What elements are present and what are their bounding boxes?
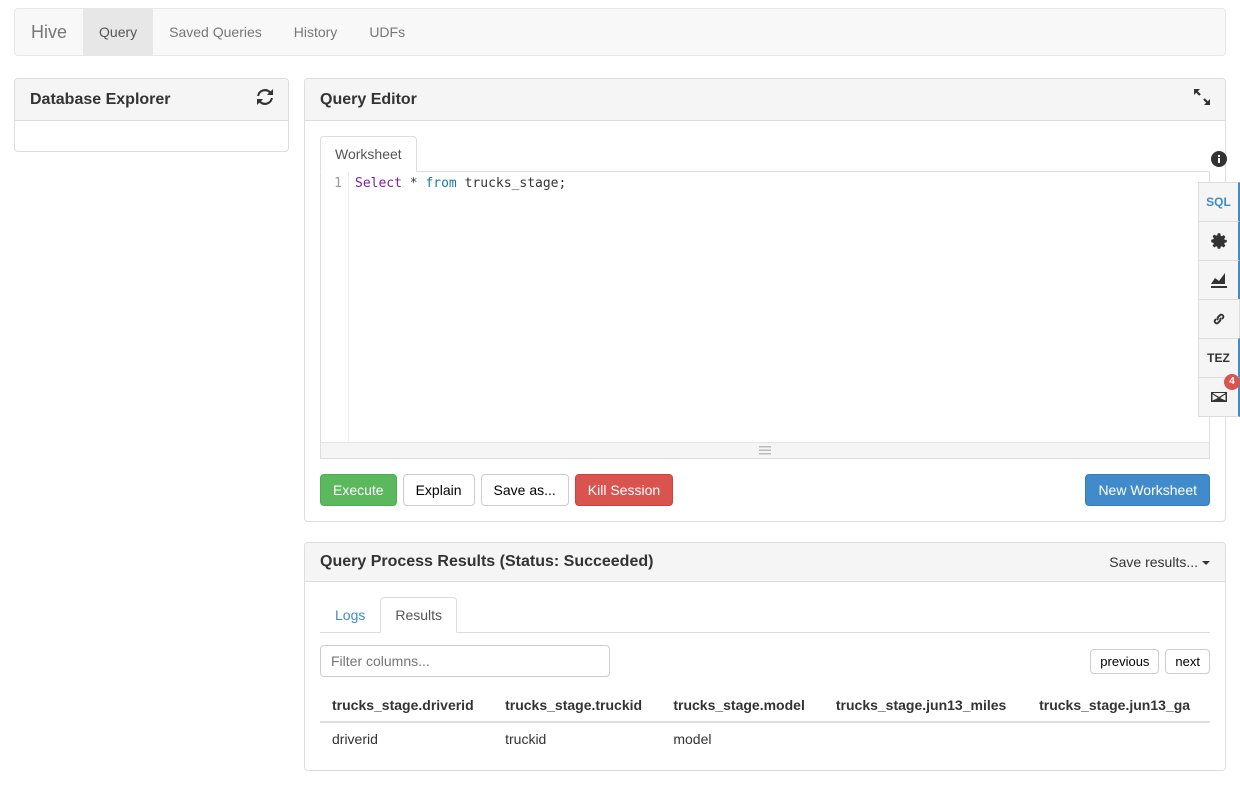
save-as-button[interactable]: Save as... [481,474,569,506]
col-header: trucks_stage.model [661,689,824,722]
link-tab[interactable] [1198,299,1240,339]
previous-button[interactable]: previous [1090,649,1159,674]
info-icon[interactable] [1198,139,1240,179]
col-header: trucks_stage.jun13_miles [824,689,1027,722]
top-nav: Hive Query Saved Queries History UDFs [14,8,1226,56]
results-table: trucks_stage.driverid trucks_stage.truck… [320,689,1210,755]
database-explorer-body [15,121,288,151]
gutter: 1 [321,172,349,442]
database-explorer-panel: Database Explorer [14,78,289,152]
explain-button[interactable]: Explain [403,474,475,506]
code-editor: 1 Select * from trucks_stage; [320,171,1210,459]
nav-item-query[interactable]: Query [83,9,153,55]
kill-session-button[interactable]: Kill Session [575,474,673,506]
notification-badge: 4 [1224,374,1240,390]
visual-tab[interactable] [1198,260,1240,300]
sql-tab[interactable]: SQL [1198,182,1240,222]
envelope-icon [1211,389,1227,405]
chart-icon [1211,272,1227,288]
tab-logs[interactable]: Logs [320,597,380,633]
col-header: trucks_stage.driverid [320,689,493,722]
execute-button[interactable]: Execute [320,474,397,506]
brand: Hive [15,22,83,43]
col-header: trucks_stage.truckid [493,689,661,722]
code-content: Select * from trucks_stage; [349,172,1209,442]
notifications-tab[interactable]: 4 [1198,377,1240,417]
results-panel: Query Process Results (Status: Succeeded… [304,542,1226,771]
filter-columns-input[interactable] [320,645,610,677]
save-results-dropdown[interactable]: Save results... [1109,554,1210,570]
tab-worksheet[interactable]: Worksheet [320,136,417,172]
nav-item-saved-queries[interactable]: Saved Queries [153,9,278,55]
query-editor-title: Query Editor [320,91,417,109]
right-sidebar: SQL TEZ 4 [1198,140,1240,417]
refresh-icon[interactable] [257,89,273,110]
col-header: trucks_stage.jun13_ga [1027,689,1210,722]
query-editor-panel: Query Editor Worksheet 1 Select * from t… [304,78,1226,522]
database-explorer-title: Database Explorer [30,91,171,109]
resize-handle[interactable] [321,442,1209,458]
nav-item-udfs[interactable]: UDFs [353,9,421,55]
nav-item-history[interactable]: History [278,9,354,55]
expand-icon[interactable] [1194,89,1210,110]
tab-results[interactable]: Results [380,597,457,633]
gear-icon [1211,233,1227,249]
tez-tab[interactable]: TEZ [1198,338,1240,378]
results-title: Query Process Results (Status: Succeeded… [320,553,653,571]
settings-tab[interactable] [1198,221,1240,261]
table-row: driverid truckid model [320,722,1210,755]
new-worksheet-button[interactable]: New Worksheet [1085,474,1210,506]
link-icon [1211,311,1227,327]
next-button[interactable]: next [1165,649,1210,674]
